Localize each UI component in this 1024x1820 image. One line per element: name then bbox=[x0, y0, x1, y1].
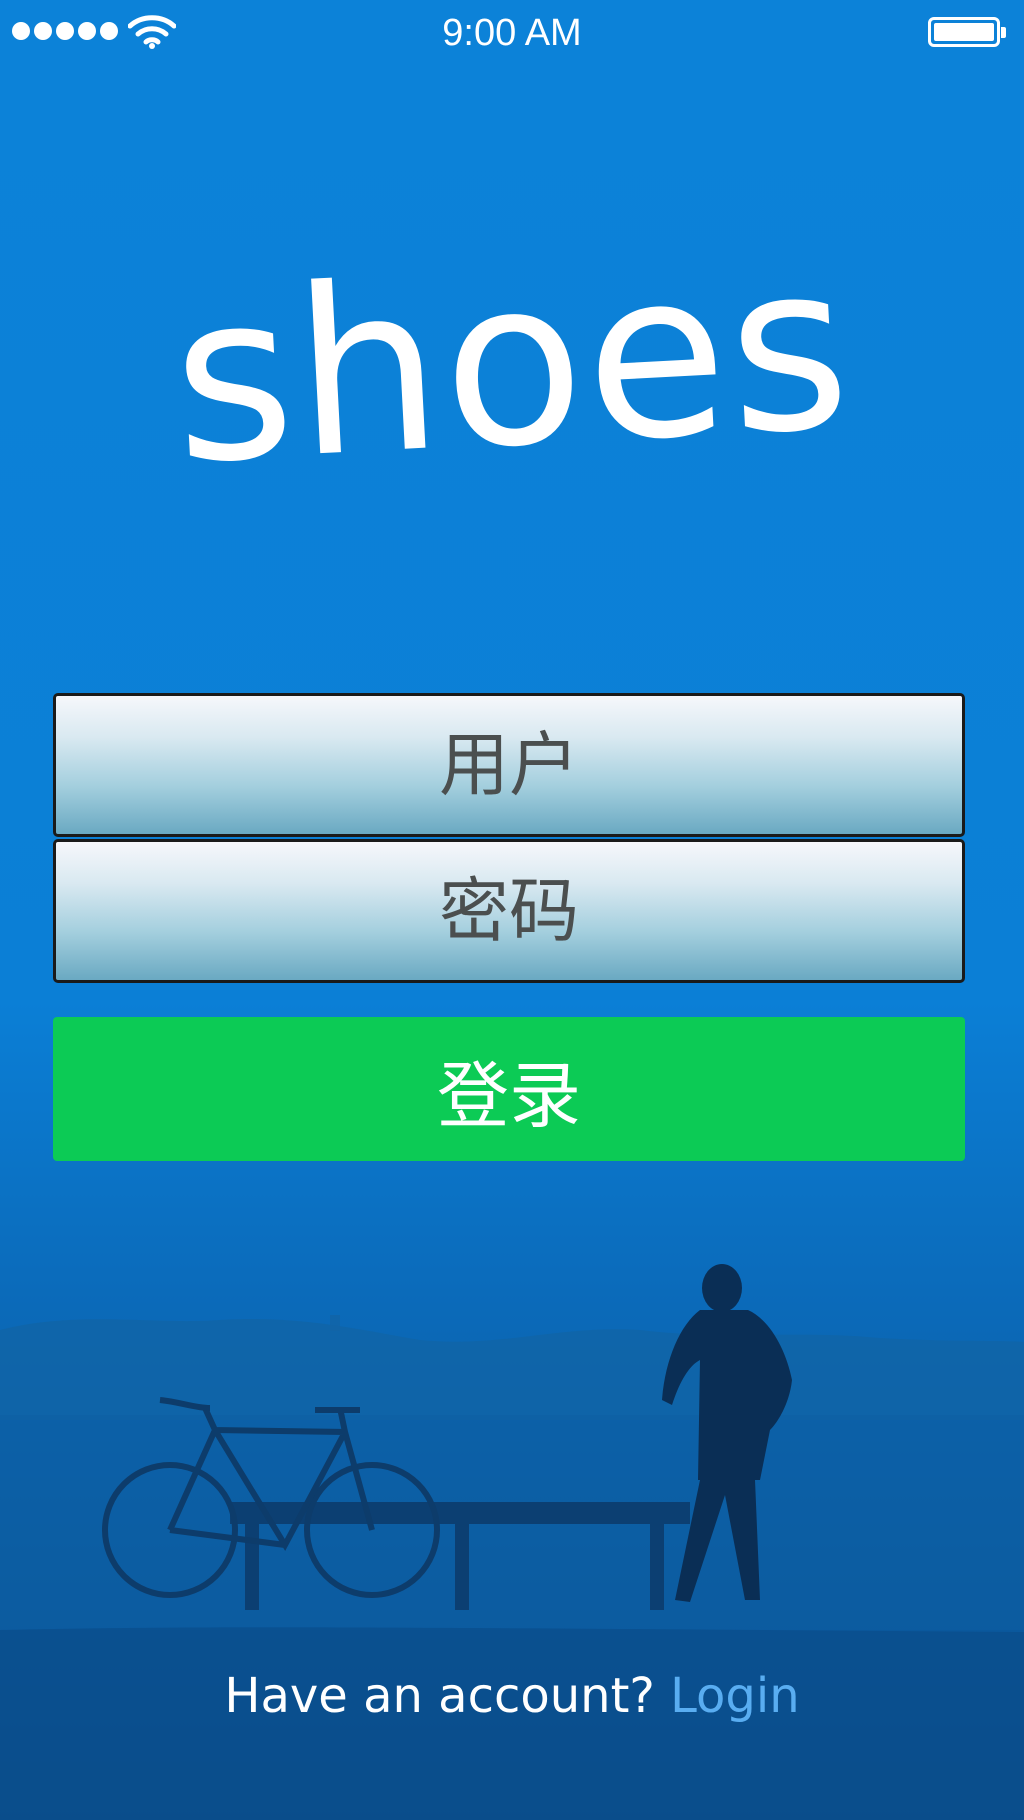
battery-nub bbox=[1001, 27, 1006, 38]
status-bar: 9:00 AM bbox=[0, 0, 1024, 64]
login-button[interactable]: 登录 bbox=[53, 1017, 965, 1161]
background-photo-scene bbox=[0, 1264, 1024, 1820]
battery-fill bbox=[934, 23, 994, 41]
footer: Have an account? Login bbox=[0, 1668, 1024, 1724]
app-logo: shoes bbox=[166, 213, 858, 516]
username-field-container bbox=[53, 693, 965, 837]
password-field-container bbox=[53, 839, 965, 983]
status-time: 9:00 AM bbox=[442, 12, 582, 54]
login-link[interactable]: Login bbox=[670, 1668, 800, 1724]
username-input[interactable] bbox=[56, 695, 962, 835]
login-screen: 9:00 AM shoes 登录 Have an account? Login bbox=[0, 0, 1024, 1820]
account-prompt: Have an account? bbox=[224, 1668, 671, 1724]
battery-icon bbox=[928, 17, 1006, 47]
password-input[interactable] bbox=[56, 841, 962, 981]
